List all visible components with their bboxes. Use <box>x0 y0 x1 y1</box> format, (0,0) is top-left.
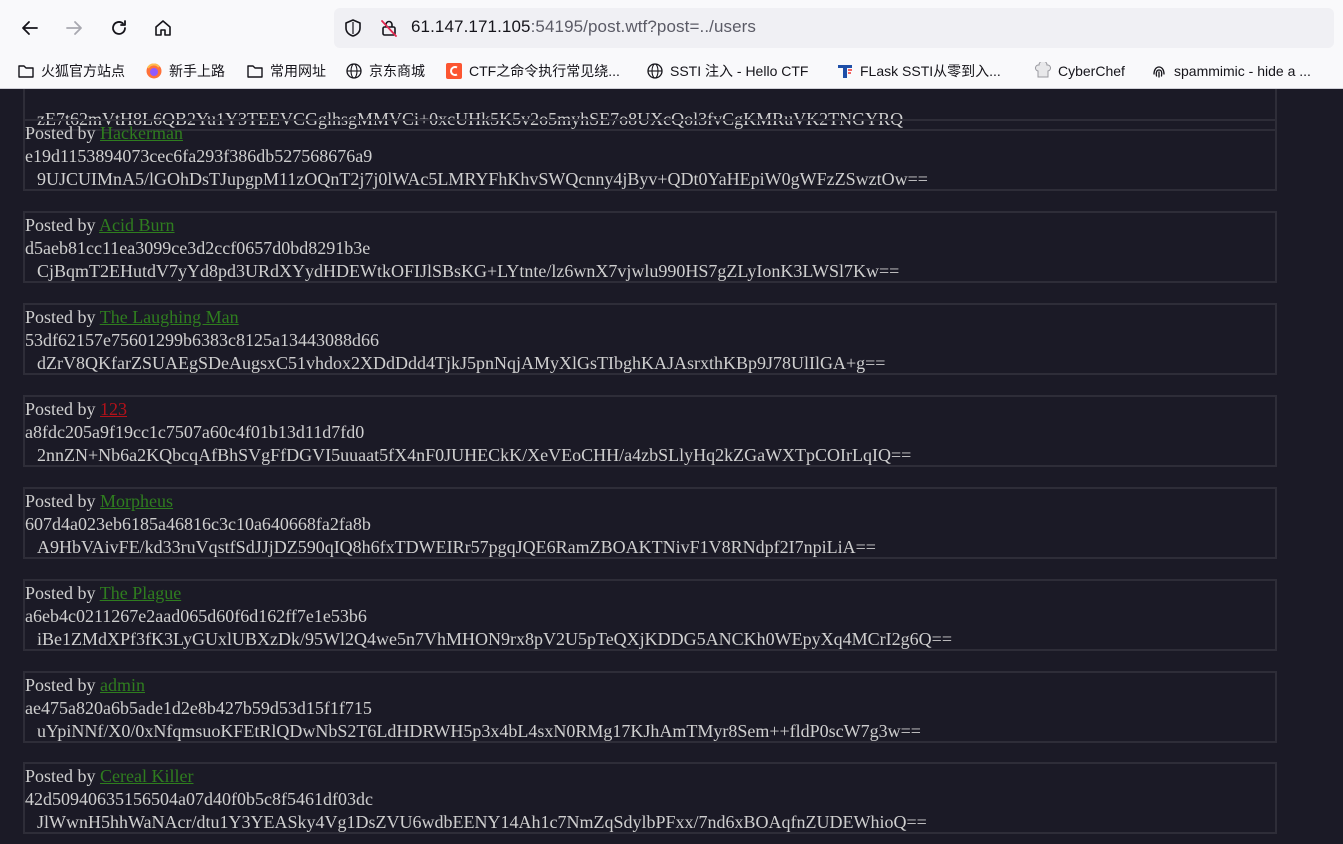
page-content: zE7t62mVtH8L6QB2Yu1Y3TEEVCGglhsgMMVCi+0x… <box>0 89 1343 844</box>
arrow-right-icon <box>66 21 82 35</box>
author-link[interactable]: Hackerman <box>100 123 183 143</box>
posted-by-label: Posted by <box>25 307 96 327</box>
post-data: 9UJCUIMnA5/lGOhDsTJupgpM11zOQnT2j7j0lWAc… <box>37 169 928 189</box>
post-data: uYpiNNf/X0/0xNfqmsuoKFEtRlQDwNbS2T6LdHDR… <box>37 721 921 741</box>
posted-by-label: Posted by <box>25 583 96 603</box>
post-data: CjBqmT2EHutdV7yYd8pd3URdXYydHDEWtkOFIJlS… <box>37 261 900 281</box>
post-card: Posted by Cereal Killer 42d5094063515650… <box>23 762 1277 834</box>
post-author-line: Posted by Acid Burn <box>25 215 175 236</box>
fingerprint-icon <box>1153 66 1165 78</box>
back-button[interactable] <box>14 12 46 44</box>
url-text[interactable]: 61.147.171.105:54195/post.wtf?post=../us… <box>411 17 756 37</box>
globe-icon <box>346 63 362 79</box>
reload-icon <box>112 20 126 35</box>
bookmark-item[interactable]: FLask SSTI从零到入... <box>836 58 1001 84</box>
post-card: Posted by The Laughing Man 53df62157e756… <box>23 303 1277 375</box>
author-link[interactable]: Cereal Killer <box>100 766 193 786</box>
post-hash: e19d1153894073cec6fa293f386db527568676a9 <box>25 146 373 166</box>
bookmark-item[interactable]: SSTI 注入 - Hello CTF <box>646 58 808 84</box>
post-author-line: Posted by The Plague <box>25 583 181 604</box>
post-card: Posted by Acid Burn d5aeb81cc11ea3099ce3… <box>23 211 1277 283</box>
home-icon <box>155 20 171 36</box>
bookmark-item[interactable]: 常用网址 <box>246 58 326 84</box>
posted-by-label: Posted by <box>25 766 96 786</box>
posted-by-label: Posted by <box>25 491 96 511</box>
post-author-line: Posted by 123 <box>25 399 127 420</box>
post-data: dZrV8QKfarZSUAEgSDeAugsxC51vhdox2XDdDdd4… <box>37 353 886 373</box>
author-link[interactable]: The Laughing Man <box>100 307 239 327</box>
post-hash: d5aeb81cc11ea3099ce3d2ccf0657d0bd8291b3e <box>25 238 371 258</box>
bookmark-item[interactable]: spammimic - hide a ... <box>1150 58 1311 84</box>
globe-icon <box>647 63 663 79</box>
post-hash: a8fdc205a9f19cc1c7507a60c4f01b13d11d7fd0 <box>25 422 365 442</box>
address-bar[interactable]: 61.147.171.105:54195/post.wtf?post=../us… <box>334 8 1334 48</box>
bookmark-item[interactable]: 新手上路 <box>145 58 225 84</box>
bookmark-item[interactable]: CTF之命令执行常见绕... <box>445 58 620 84</box>
bookmark-item[interactable]: CyberChef <box>1034 58 1125 84</box>
post-author-line: Posted by Cereal Killer <box>25 766 193 787</box>
bookmark-label: 新手上路 <box>169 63 225 79</box>
post-card: Posted by Morpheus 607d4a023eb6185a46816… <box>23 487 1277 559</box>
post-data: iBe1ZMdXPf3fK3LyGUxlUBXzDk/95Wl2Q4we5n7V… <box>37 629 952 649</box>
post-data: JlWwnH5hhWaNAcr/dtu1Y3YEASky4Vg1DsZVU6wd… <box>37 812 927 832</box>
bookmark-label: CTF之命令执行常见绕... <box>469 63 620 79</box>
posted-by-label: Posted by <box>25 215 96 235</box>
browser-toolbar: 61.147.171.105:54195/post.wtf?post=../us… <box>0 0 1343 89</box>
url-host: 61.147.171.105 <box>411 17 531 36</box>
post-card: Posted by The Plague a6eb4c0211267e2aad0… <box>23 579 1277 651</box>
post-hash: 42d50940635156504a07d40f0b5c8f5461df03dc <box>25 789 373 809</box>
bookmark-item[interactable]: 火狐官方站点 <box>17 58 125 84</box>
bookmark-label: 火狐官方站点 <box>41 63 125 79</box>
posted-by-label: Posted by <box>25 675 96 695</box>
shield-icon[interactable] <box>343 18 363 38</box>
post-author-line: Posted by The Laughing Man <box>25 307 239 328</box>
post-data: A9HbVAivFE/kd33ruVqstfSdJJjDZ590qIQ8h6fx… <box>37 537 876 557</box>
bookmark-label: SSTI 注入 - Hello CTF <box>670 63 809 79</box>
post-hash: 607d4a023eb6185a46816c3c10a640668fa2fa8b <box>25 514 371 534</box>
navigation-row: 61.147.171.105:54195/post.wtf?post=../us… <box>0 6 1343 50</box>
bookmarks-toolbar: 火狐官方站点 新手上路 常用网址 京东商城 CTF之命令执行常见绕... SST… <box>0 56 1343 86</box>
post-card: Posted by Hackerman e19d1153894073cec6fa… <box>23 119 1277 191</box>
reload-button[interactable] <box>103 12 135 44</box>
arrow-left-icon <box>22 21 38 35</box>
csdn-icon <box>446 63 462 79</box>
folder-icon <box>18 65 34 78</box>
author-link[interactable]: Acid Burn <box>99 215 175 235</box>
home-button[interactable] <box>147 12 179 44</box>
bookmark-label: 常用网址 <box>270 63 326 79</box>
bookmark-item[interactable]: 京东商城 <box>345 58 425 84</box>
bookmark-label: FLask SSTI从零到入... <box>860 63 1001 79</box>
posted-by-label: Posted by <box>25 399 96 419</box>
firefox-icon <box>146 63 162 79</box>
post-data: 2nnZN+Nb6a2KQbcqAfBhSVgFfDGVI5uuaat5fX4n… <box>37 445 912 465</box>
bookmark-label: spammimic - hide a ... <box>1174 63 1311 79</box>
url-path: :54195/post.wtf?post=../users <box>530 17 757 36</box>
bookmark-label: 京东商城 <box>369 63 425 79</box>
author-link[interactable]: admin <box>100 675 145 695</box>
author-link[interactable]: 123 <box>100 399 127 419</box>
post-author-line: Posted by Morpheus <box>25 491 173 512</box>
post-author-line: Posted by Hackerman <box>25 123 183 144</box>
author-link[interactable]: Morpheus <box>100 491 173 511</box>
author-link[interactable]: The Plague <box>100 583 181 603</box>
post-author-line: Posted by admin <box>25 675 145 696</box>
post-card: Posted by 123 a8fdc205a9f19cc1c7507a60c4… <box>23 395 1277 467</box>
post-hash: a6eb4c0211267e2aad065d60f6d162ff7e1e53b6 <box>25 606 367 626</box>
post-hash: ae475a820a6b5ade1d2e8b427b59d53d15f1f715 <box>25 698 372 718</box>
post-card: Posted by admin ae475a820a6b5ade1d2e8b42… <box>23 671 1277 743</box>
forward-button[interactable] <box>58 12 90 44</box>
bookmark-label: CyberChef <box>1058 63 1125 79</box>
chef-icon <box>1034 62 1052 78</box>
insecure-lock-icon[interactable] <box>379 18 399 38</box>
folder-icon <box>247 65 263 78</box>
post-hash: 53df62157e75601299b6383c8125a13443088d66 <box>25 330 379 350</box>
posted-by-label: Posted by <box>25 123 96 143</box>
ctf-icon <box>838 65 852 78</box>
